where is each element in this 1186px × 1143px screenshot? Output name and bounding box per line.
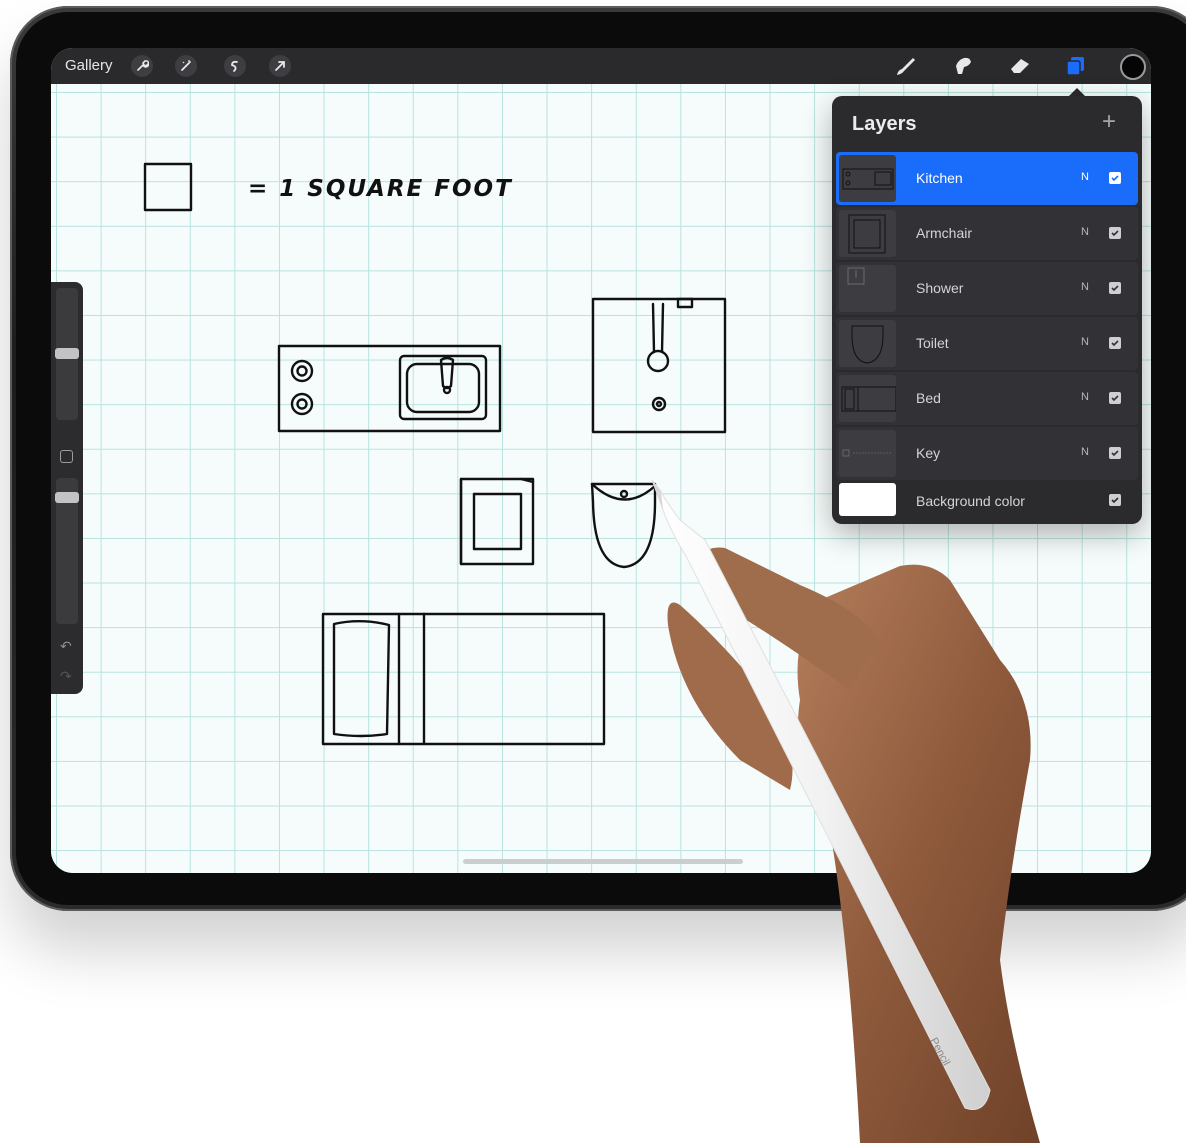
hand-with-pencil: Pencil: [651, 479, 1040, 1143]
